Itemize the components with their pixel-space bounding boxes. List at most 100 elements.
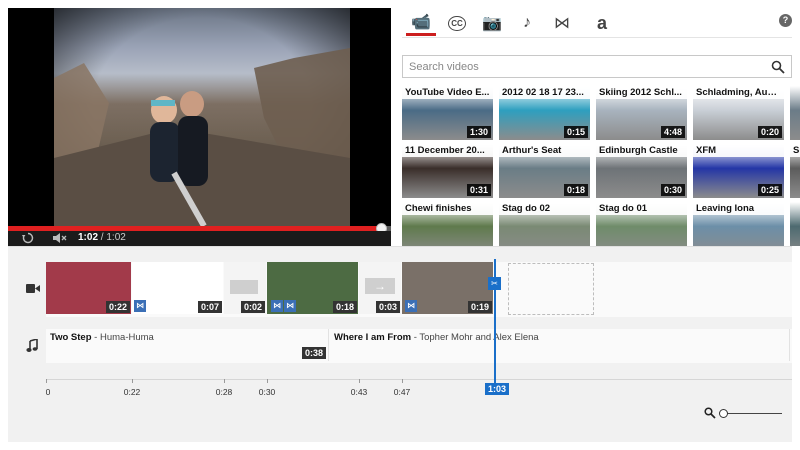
search-input[interactable]	[409, 59, 759, 75]
thumbnail-image	[790, 202, 800, 246]
transition-icon[interactable]: ⋈	[271, 300, 283, 312]
clip-duration: 0:02	[240, 301, 265, 313]
playhead[interactable]: ✂ 1:03	[485, 259, 510, 395]
video-camera-icon-glyph: 📹	[411, 13, 431, 31]
video-thumbnail[interactable]	[790, 202, 800, 246]
zoom-slider-handle[interactable]	[719, 409, 729, 418]
video-thumbnail-grid: YouTube Video E... 1:30 2012 02 18 17 23..…	[402, 86, 800, 246]
timeline-editor: 0:22 0:07 0:02 0:18 → 0:03 0:19 ⋈ ⋈ ⋈ ⋈ Two Step -…	[8, 246, 792, 442]
video-thumbnail[interactable]: Edinburgh Castle 0:30	[596, 144, 687, 198]
thumbnail-title: Su	[790, 144, 800, 157]
audio-song: Where I am From	[334, 332, 412, 343]
transition-icon[interactable]: ⋈	[284, 300, 296, 312]
thumbnail-title: Stag do 01	[596, 202, 687, 215]
zoom-control	[704, 407, 786, 421]
thumbnail-image	[790, 86, 800, 140]
ruler-tick	[402, 379, 403, 383]
thumbnail-duration: 0:18	[563, 184, 588, 196]
clip-gray-box[interactable]: 0:02	[224, 262, 266, 314]
clip-arrows[interactable]: → 0:03	[359, 262, 401, 314]
transitions-icon[interactable]: ⋈	[547, 10, 577, 36]
time-display: 1:02 / 1:02	[78, 232, 126, 243]
ruler-line	[46, 379, 792, 380]
ruler-label: 0:22	[123, 387, 141, 397]
closed-captions-icon-glyph: CC	[448, 15, 466, 31]
help-icon[interactable]: ?	[779, 14, 792, 27]
music-note-icon-glyph: ♪	[523, 14, 531, 31]
video-thumbnail[interactable]	[790, 86, 800, 140]
video-thumbnail[interactable]: YouTube Video E... 1:30	[402, 86, 493, 140]
video-track: 0:22 0:07 0:02 0:18 → 0:03 0:19 ⋈ ⋈ ⋈ ⋈	[46, 262, 792, 317]
ruler-tick	[132, 379, 133, 383]
audio-duration: 0:38	[301, 347, 326, 359]
video-thumbnail[interactable]: Arthur's Seat 0:18	[499, 144, 590, 198]
music-note-icon[interactable]: ♪	[512, 10, 542, 36]
thumbnail-duration: 0:25	[757, 184, 782, 196]
media-tabs: 📹 CC 📷 ♪ ⋈ a?	[402, 8, 792, 38]
clip-crowd[interactable]: 0:22	[46, 262, 131, 314]
ruler-label: 0:30	[258, 387, 276, 397]
video-frame[interactable]	[54, 8, 350, 226]
transitions-icon-glyph: ⋈	[554, 15, 570, 32]
photo-camera-icon-glyph: 📷	[482, 15, 502, 32]
ruler-tick	[224, 379, 225, 383]
clip-duration: 0:18	[332, 301, 357, 313]
ruler-tick	[359, 379, 360, 383]
video-thumbnail[interactable]: 2012 02 18 17 23... 0:15	[499, 86, 590, 140]
thumbnail-title: Chewi finishes	[402, 202, 493, 215]
split-clip-icon[interactable]: ✂	[488, 277, 501, 290]
photo-camera-icon[interactable]: 📷	[477, 10, 507, 36]
video-camera-icon[interactable]: 📹	[406, 10, 436, 36]
transition-icon[interactable]: ⋈	[134, 300, 146, 312]
ruler-label: 0	[45, 387, 51, 397]
audio-segment[interactable]: Two Step - Huma-Huma 0:38	[46, 329, 329, 361]
thumbnail-duration: 0:20	[757, 126, 782, 138]
video-thumbnail[interactable]: Schladming, Aust... 0:20	[693, 86, 784, 140]
clip-duration: 0:19	[467, 301, 492, 313]
ruler-label: 0:43	[350, 387, 368, 397]
video-thumbnail[interactable]: Su	[790, 144, 800, 198]
video-scene	[54, 48, 350, 226]
video-thumbnail[interactable]: XFM 0:25	[693, 144, 784, 198]
audio-separator: -	[91, 332, 100, 343]
video-thumbnail[interactable]: 11 December 20... 0:31	[402, 144, 493, 198]
thumbnail-title: Skiing 2012 Schl...	[596, 86, 687, 99]
zoom-icon	[704, 407, 716, 419]
video-thumbnail[interactable]: Stag do 02	[499, 202, 590, 246]
closed-captions-icon[interactable]: CC	[442, 10, 472, 36]
clip-drop-slot[interactable]	[508, 263, 594, 315]
video-thumbnail[interactable]: Stag do 01	[596, 202, 687, 246]
video-thumbnail[interactable]: Skiing 2012 Schl... 4:48	[596, 86, 687, 140]
ruler-label: 0:28	[215, 387, 233, 397]
thumbnail-duration: 1:30	[466, 126, 491, 138]
audio-song: Two Step	[50, 332, 92, 343]
video-thumbnail[interactable]: Leaving Iona	[693, 202, 784, 246]
clip-duration: 0:22	[105, 301, 130, 313]
replay-icon[interactable]	[22, 232, 34, 246]
audio-track-icon	[26, 337, 38, 356]
time-current: 1:02	[78, 232, 99, 243]
search-box[interactable]	[402, 55, 792, 78]
thumbnail-duration: 0:31	[466, 184, 491, 196]
mute-icon[interactable]	[52, 232, 68, 246]
video-thumbnail[interactable]: Chewi finishes	[402, 202, 493, 246]
ruler-tick	[46, 379, 47, 383]
thumbnail-duration: 0:15	[563, 126, 588, 138]
thumbnail-title: 2012 02 18 17 23...	[499, 86, 590, 99]
audio-segment[interactable]: Where I am From - Topher Mohr and Alex E…	[330, 329, 790, 361]
video-player[interactable]: 1:02 / 1:02	[8, 8, 391, 246]
thumbnail-title: Arthur's Seat	[499, 144, 590, 157]
ruler-label: 0:47	[393, 387, 411, 397]
zoom-slider[interactable]	[719, 409, 782, 418]
transition-icon[interactable]: ⋈	[405, 300, 417, 312]
audio-artist: Topher Mohr and Alex Elena	[419, 332, 539, 343]
placeholder-box	[230, 280, 258, 294]
text-icon[interactable]: a	[587, 10, 617, 36]
clip-duration: 0:03	[375, 301, 400, 313]
time-separator: /	[100, 232, 104, 243]
thumbnail-title: XFM	[693, 144, 784, 157]
thumbnail-duration: 0:30	[660, 184, 685, 196]
search-icon[interactable]	[771, 60, 785, 74]
thumbnail-title: Leaving Iona	[693, 202, 784, 215]
video-track-icon	[26, 281, 40, 297]
